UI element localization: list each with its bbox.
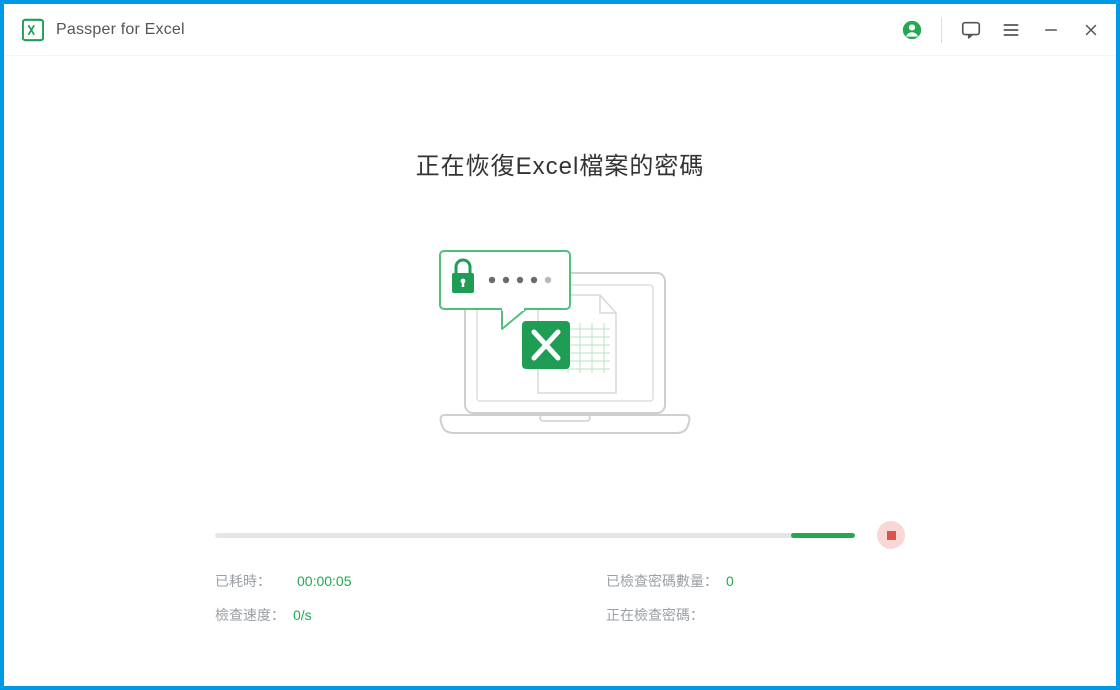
checked-label: 已檢查密碼數量： <box>606 571 718 591</box>
current-label: 正在檢查密碼： <box>606 605 704 625</box>
stats-right: 已檢查密碼數量： 0 正在檢查密碼： <box>560 571 905 625</box>
account-icon[interactable] <box>901 19 923 41</box>
checked-row: 已檢查密碼數量： 0 <box>560 571 905 591</box>
progress-fill <box>791 533 855 538</box>
close-icon[interactable] <box>1080 19 1102 41</box>
titlebar-right <box>901 17 1102 43</box>
elapsed-label: 已耗時： <box>215 571 271 591</box>
titlebar-separator <box>941 17 942 43</box>
page-title: 正在恢復Excel檔案的密碼 <box>416 146 705 181</box>
elapsed-value: 00:00:05 <box>297 573 352 589</box>
progress-section <box>215 521 905 549</box>
checked-value: 0 <box>726 573 734 589</box>
minimize-icon[interactable] <box>1040 19 1062 41</box>
stop-button[interactable] <box>877 521 905 549</box>
app-logo-icon <box>22 19 44 41</box>
stats-left: 已耗時： 00:00:05 檢查速度： 0/s <box>215 571 560 625</box>
titlebar-left: Passper for Excel <box>22 19 185 41</box>
speed-value: 0/s <box>293 607 312 623</box>
main-content: 正在恢復Excel檔案的密碼 <box>4 56 1116 686</box>
titlebar: Passper for Excel <box>4 4 1116 56</box>
speed-row: 檢查速度： 0/s <box>215 605 560 625</box>
elapsed-row: 已耗時： 00:00:05 <box>215 571 560 591</box>
menu-icon[interactable] <box>1000 19 1022 41</box>
feedback-icon[interactable] <box>960 19 982 41</box>
current-row: 正在檢查密碼： <box>560 605 905 625</box>
recovery-illustration <box>410 233 710 453</box>
stats: 已耗時： 00:00:05 檢查速度： 0/s 已檢查密碼數量： 0 正在檢查密… <box>215 571 905 625</box>
progress-bar <box>215 533 855 538</box>
app-title: Passper for Excel <box>56 21 185 39</box>
speed-label: 檢查速度： <box>215 605 285 625</box>
app-window: Passper for Excel <box>0 0 1120 690</box>
stop-icon <box>887 531 896 540</box>
